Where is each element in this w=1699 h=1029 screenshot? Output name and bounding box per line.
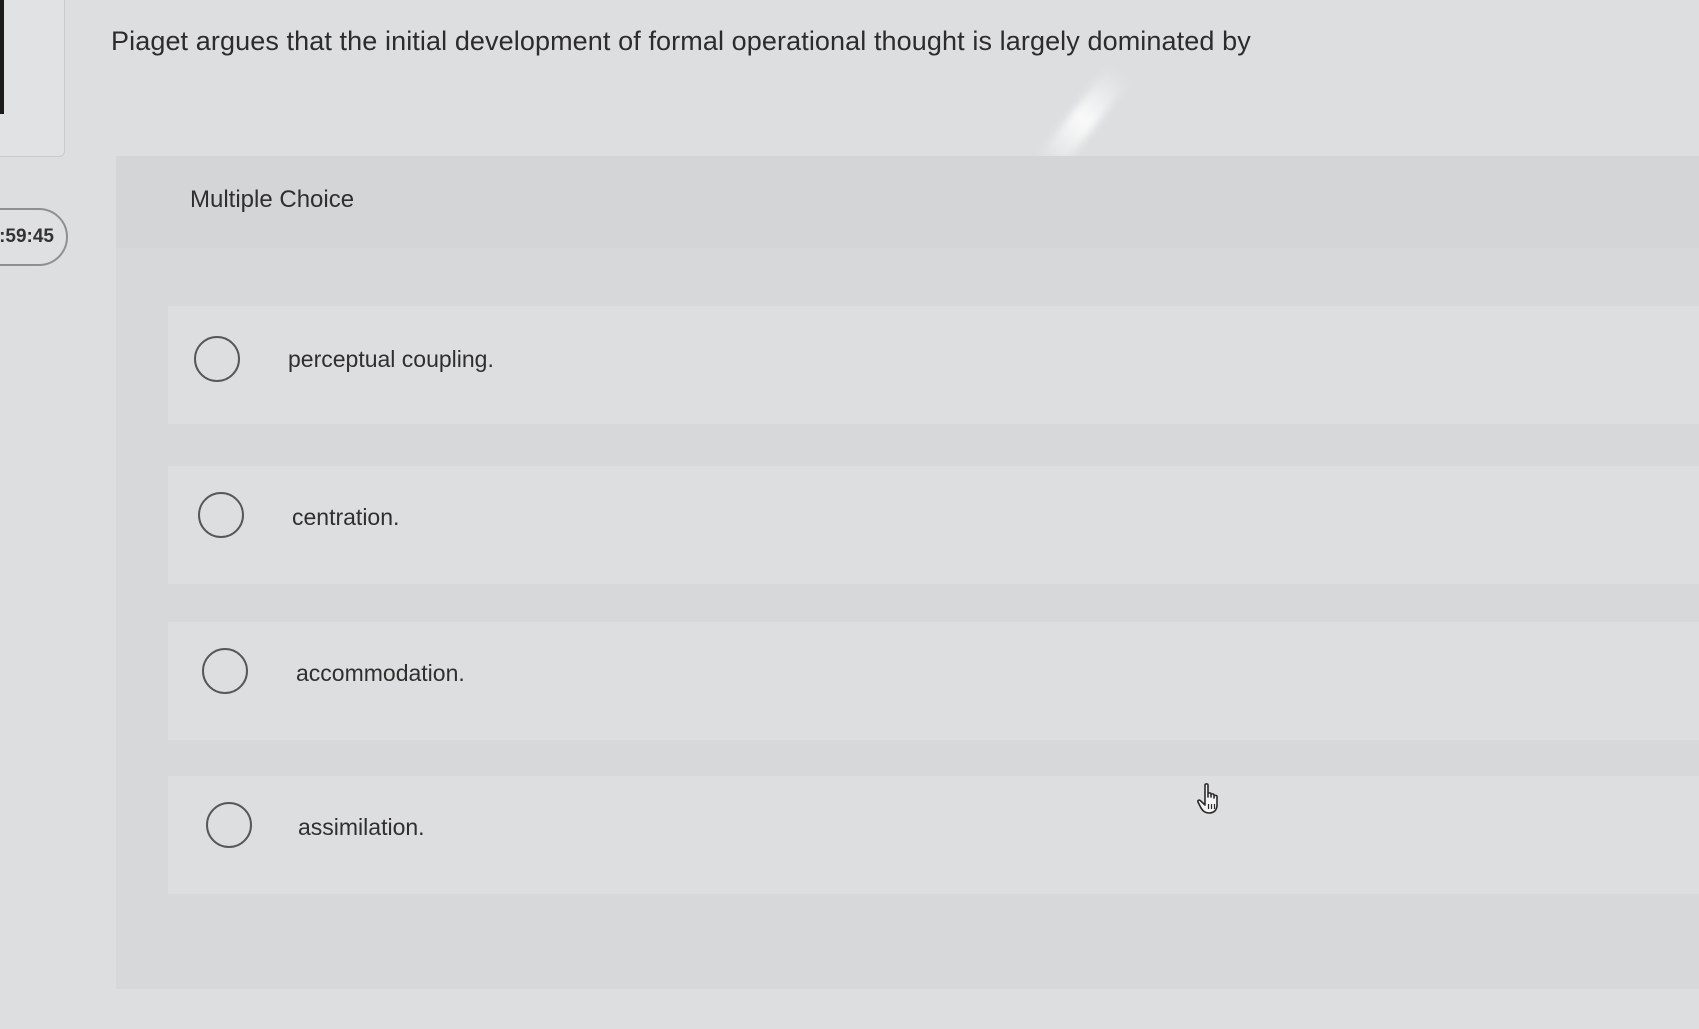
- radio-button[interactable]: [206, 802, 252, 848]
- answer-panel: Multiple Choice perceptual coupling. cen…: [116, 156, 1699, 989]
- radio-button[interactable]: [198, 492, 244, 538]
- option-accommodation[interactable]: accommodation.: [168, 622, 1699, 740]
- radio-button[interactable]: [194, 336, 240, 382]
- card-edge: [0, 0, 4, 114]
- option-centration[interactable]: centration.: [168, 466, 1699, 584]
- left-side-card: [0, 0, 65, 157]
- timer-text: :59:45: [0, 226, 54, 247]
- option-label: centration.: [292, 504, 400, 530]
- panel-header: Multiple Choice: [116, 156, 1699, 248]
- timer-badge: :59:45: [0, 208, 68, 266]
- question-type-label: Multiple Choice: [190, 186, 355, 213]
- radio-button[interactable]: [202, 648, 248, 694]
- option-label: perceptual coupling.: [288, 346, 494, 372]
- option-assimilation[interactable]: assimilation.: [168, 776, 1699, 894]
- question-text: Piaget argues that the initial developme…: [111, 26, 1251, 56]
- option-label: assimilation.: [298, 814, 425, 840]
- option-perceptual-coupling[interactable]: perceptual coupling.: [168, 306, 1699, 424]
- hand-pointer-icon: [1197, 783, 1218, 814]
- option-label: accommodation.: [296, 660, 465, 686]
